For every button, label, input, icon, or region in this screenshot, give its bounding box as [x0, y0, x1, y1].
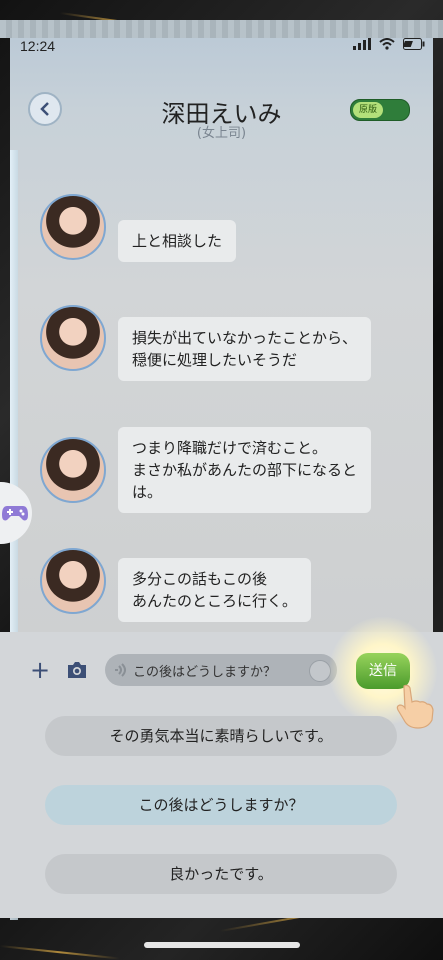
camera-icon: [68, 662, 86, 678]
camera-button[interactable]: [66, 661, 88, 683]
wifi-icon: [379, 38, 395, 50]
status-icons: [353, 38, 425, 50]
message-bubble: 上と相談した: [118, 220, 237, 262]
chat-subtitle: (女上司): [196, 126, 247, 141]
message-bubble: 損失が出ていなかったことから、 穏便に処理したいそうだ: [118, 317, 372, 381]
toggle-label: 原版: [353, 102, 383, 118]
message-bubble: 多分この話もこの後 あんたのところに行く。: [118, 558, 312, 622]
reply-option[interactable]: 良かったです。: [45, 854, 397, 894]
frame-border: [0, 20, 443, 38]
message-row: 上と相談した: [40, 194, 237, 262]
status-time: 12:24: [20, 38, 56, 54]
emoji-icon[interactable]: [309, 660, 331, 682]
avatar: [40, 305, 106, 371]
message-input[interactable]: この後はどうしますか？: [105, 654, 337, 686]
battery-icon: [403, 38, 425, 50]
avatar: [40, 194, 106, 260]
avatar: [40, 437, 106, 503]
reply-option[interactable]: この後はどうしますか？: [45, 785, 397, 825]
reply-option[interactable]: その勇気本当に素晴らしいです。: [45, 716, 397, 756]
avatar: [40, 548, 106, 614]
message-row: 損失が出ていなかったことから、 穏便に処理したいそうだ: [40, 305, 372, 381]
message-bubble: つまり降職だけで済むこと。 まさか私があんたの部下になると は。: [118, 427, 372, 513]
message-row: 多分この話もこの後 あんたのところに行く。: [40, 548, 312, 622]
home-indicator[interactable]: [144, 942, 300, 948]
pointer-hand-icon: [396, 684, 434, 729]
original-toggle[interactable]: 原版: [350, 99, 410, 121]
signal-icon: [353, 38, 371, 50]
input-text: この後はどうしますか？: [133, 665, 277, 680]
message-row: つまり降職だけで済むこと。 まさか私があんたの部下になると は。: [40, 427, 372, 513]
plus-icon[interactable]: +: [30, 656, 50, 684]
gamepad-icon: [2, 506, 28, 521]
voice-icon: [114, 663, 126, 677]
